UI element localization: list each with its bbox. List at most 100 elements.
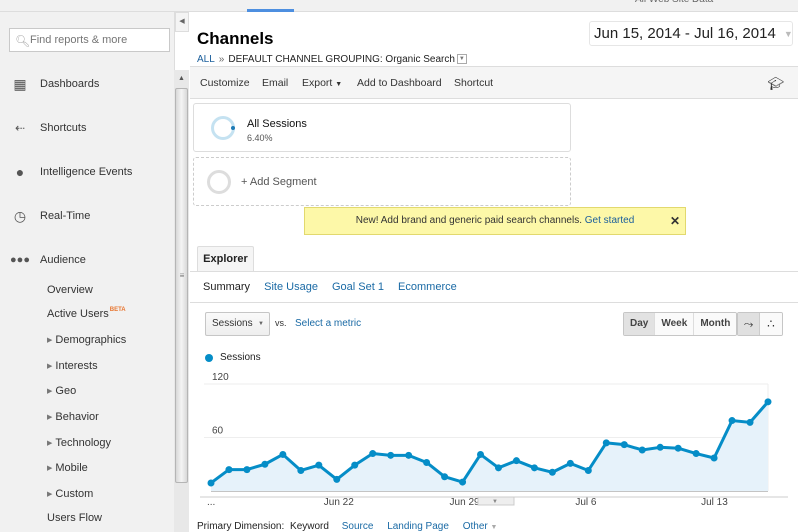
data-point[interactable] (548, 468, 556, 476)
page-title: Channels (197, 29, 274, 48)
email-button[interactable]: Email (262, 77, 288, 89)
search-box[interactable]: 🔍︎ (9, 28, 170, 52)
expand-arrow-icon: ▶ (47, 337, 53, 344)
data-point[interactable] (279, 450, 287, 458)
subtab-site-usage[interactable]: Site Usage (264, 281, 318, 293)
motion-chart-icon[interactable]: ∴ (760, 313, 782, 335)
sidebar-subitem-overview[interactable]: Overview (47, 284, 93, 296)
segment-percent: 6.40% (247, 133, 273, 143)
sidebar-subitem-mobile[interactable]: ▶ Mobile (47, 462, 88, 474)
sidebar-subitem-users-flow[interactable]: Users Flow (47, 512, 102, 524)
sidebar-item-audience[interactable]: ●●● Audience (0, 248, 175, 272)
sidebar-subitem-interests[interactable]: ▶ Interests (47, 360, 98, 372)
sidebar-subitem-custom[interactable]: ▶ Custom (47, 488, 93, 500)
dimension-other-dropdown[interactable]: Other ▼ (463, 521, 498, 532)
select-metric-link[interactable]: Select a metric (295, 318, 361, 329)
data-point[interactable] (261, 460, 269, 468)
subtab-ecommerce[interactable]: Ecommerce (398, 281, 457, 293)
data-point[interactable] (225, 466, 233, 474)
grip-icon: ≡ (179, 271, 185, 280)
subtab-summary[interactable]: Summary (203, 281, 250, 293)
data-point[interactable] (674, 444, 682, 452)
primary-dimension-active: Keyword (290, 521, 329, 532)
collapse-sidebar-button[interactable]: ◀ (175, 12, 189, 32)
expand-arrow-icon: ▶ (47, 465, 53, 472)
data-point[interactable] (441, 473, 449, 481)
breadcrumb-dropdown-icon[interactable]: ▼ (456, 54, 467, 65)
data-point[interactable] (369, 450, 377, 458)
sidebar-item-shortcuts[interactable]: ⇠ Shortcuts (0, 116, 175, 140)
sidebar-item-dashboards[interactable]: ▦ Dashboards (0, 72, 175, 96)
data-point[interactable] (746, 418, 754, 426)
chevron-down-icon: ▼ (258, 321, 264, 327)
get-started-link[interactable]: Get started (585, 215, 634, 226)
export-button[interactable]: Export ▼ (302, 77, 342, 89)
data-point[interactable] (656, 443, 664, 451)
period-month-button[interactable]: Month (693, 313, 737, 335)
breadcrumb-all-link[interactable]: ALL (197, 54, 215, 65)
shortcut-button[interactable]: Shortcut (454, 77, 493, 89)
data-point[interactable] (764, 398, 772, 406)
add-to-dashboard-button[interactable]: Add to Dashboard (357, 77, 442, 89)
sessions-chart[interactable]: 60 120 ... Jun 22 Jun 29 Jul 6 Jul 13 ▼ (190, 362, 798, 512)
subtab-goal-set-1[interactable]: Goal Set 1 (332, 281, 384, 293)
data-point[interactable] (297, 466, 305, 474)
sidebar-subitem-technology[interactable]: ▶ Technology (47, 437, 111, 449)
search-input[interactable] (30, 32, 165, 48)
close-icon[interactable]: ✕ (670, 208, 680, 234)
data-point[interactable] (459, 478, 467, 486)
tab-explorer[interactable]: Explorer (197, 246, 254, 272)
data-point[interactable] (710, 454, 718, 462)
sidebar-subitem-active-users[interactable]: Active UsersBETA (47, 307, 126, 320)
sidebar-item-intelligence-events[interactable]: ● Intelligence Events (0, 160, 175, 184)
data-point[interactable] (602, 439, 610, 447)
data-point[interactable] (494, 464, 502, 472)
lightbulb-icon: ● (15, 164, 25, 180)
data-point[interactable] (351, 461, 359, 469)
data-point[interactable] (243, 466, 251, 474)
subitem-label: Interests (55, 360, 98, 372)
breadcrumb-separator: » (218, 54, 225, 65)
data-point[interactable] (423, 458, 431, 466)
line-chart-icon[interactable]: ⤳ (738, 313, 760, 335)
data-point[interactable] (387, 451, 395, 459)
scroll-thumb[interactable]: ≡ (175, 88, 188, 483)
grid-icon: ▦ (13, 75, 27, 92)
chevron-down-icon: ▼ (783, 28, 793, 39)
data-point[interactable] (620, 441, 628, 449)
data-point[interactable] (584, 466, 592, 474)
data-point[interactable] (333, 475, 341, 483)
sidebar-subitem-behavior[interactable]: ▶ Behavior (47, 411, 99, 423)
segment-all-sessions[interactable]: All Sessions 6.40% (193, 103, 571, 152)
data-point[interactable] (728, 417, 736, 425)
sidebar-scrollbar[interactable]: ▲ ≡ (174, 70, 189, 532)
x-tick-label: Jul 6 (575, 497, 597, 508)
customize-button[interactable]: Customize (200, 77, 250, 89)
scroll-up-arrow-icon[interactable]: ▲ (174, 72, 189, 86)
segment-label: All Sessions (247, 118, 307, 130)
period-day-button[interactable]: Day (624, 313, 655, 335)
data-point[interactable] (405, 451, 413, 459)
data-point[interactable] (566, 459, 574, 467)
sidebar-subitem-demographics[interactable]: ▶ Demographics (47, 334, 126, 346)
dimension-source-link[interactable]: Source (342, 521, 374, 532)
profile-label[interactable]: All Web Site Data (635, 0, 713, 5)
data-point[interactable] (638, 446, 646, 454)
date-range-picker[interactable]: Jun 15, 2014 - Jul 16, 2014 ▼ (589, 21, 793, 46)
data-point[interactable] (207, 479, 215, 487)
dimension-landing-page-link[interactable]: Landing Page (387, 521, 449, 532)
data-point[interactable] (512, 457, 520, 465)
graduation-cap-icon[interactable]: 🎓︎ (767, 76, 784, 92)
data-point[interactable] (477, 450, 485, 458)
data-point[interactable] (692, 450, 700, 458)
period-week-button[interactable]: Week (654, 313, 694, 335)
chevron-down-icon: ▼ (335, 81, 343, 88)
data-point[interactable] (315, 461, 323, 469)
add-segment-button[interactable]: + Add Segment (193, 157, 571, 206)
metric-select[interactable]: Sessions ▼ (205, 312, 270, 336)
sidebar-subitem-geo[interactable]: ▶ Geo (47, 385, 76, 397)
data-point[interactable] (530, 464, 538, 472)
vs-label: vs. (275, 318, 287, 328)
sidebar-item-real-time[interactable]: ◷ Real-Time (0, 204, 175, 228)
primary-dimension-label: Primary Dimension: (197, 521, 285, 532)
